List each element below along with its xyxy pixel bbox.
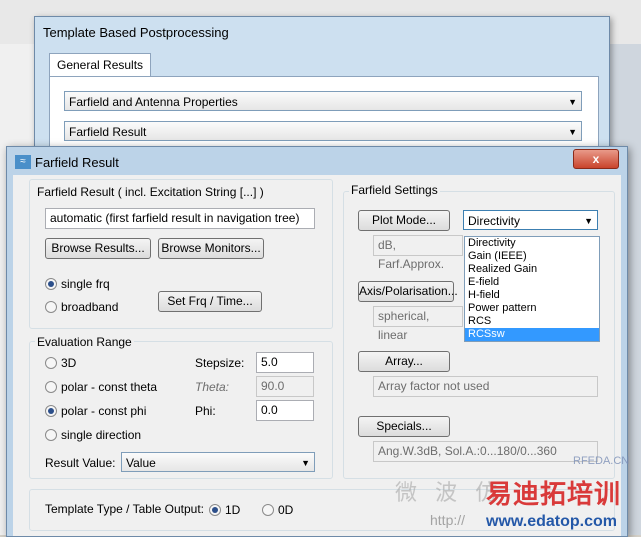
single-direction-radio[interactable] bbox=[45, 429, 57, 441]
theta-input[interactable]: 90.0 bbox=[256, 376, 314, 397]
single-frq-label: single frq bbox=[61, 277, 110, 291]
result-value-combo[interactable]: Value ▼ bbox=[121, 452, 315, 472]
single-frq-radio[interactable] bbox=[45, 278, 57, 290]
farfield-settings-label: Farfield Settings bbox=[349, 183, 440, 197]
window-title: Template Based Postprocessing bbox=[43, 25, 229, 40]
tab-bar: General Results bbox=[49, 53, 152, 76]
evaluation-range-label: Evaluation Range bbox=[35, 335, 134, 349]
opt-1d-label: 1D bbox=[225, 503, 241, 517]
opt-1d-radio[interactable] bbox=[209, 504, 221, 516]
dropdown-option[interactable]: Directivity bbox=[465, 237, 599, 250]
chevron-down-icon: ▼ bbox=[301, 458, 310, 468]
browse-monitors-button[interactable]: Browse Monitors... bbox=[158, 238, 264, 259]
polar-theta-label: polar - const theta bbox=[61, 380, 158, 394]
watermark-site: www.edatop.com bbox=[486, 513, 617, 530]
result-value-selected: Value bbox=[126, 456, 156, 470]
browse-results-button[interactable]: Browse Results... bbox=[45, 238, 151, 259]
opt-0d-label: 0D bbox=[278, 503, 294, 517]
phi-input[interactable]: 0.0 bbox=[256, 400, 314, 421]
phi-label: Phi: bbox=[195, 404, 216, 418]
result-type-combo[interactable]: Farfield Result ▼ bbox=[64, 121, 582, 141]
window-title: Farfield Result bbox=[35, 155, 119, 170]
dropdown-option[interactable]: H-field bbox=[465, 289, 599, 302]
polar-phi-radio[interactable] bbox=[45, 405, 57, 417]
watermark-url: http:// bbox=[430, 512, 466, 528]
single-direction-label: single direction bbox=[61, 428, 142, 442]
farfield-result-group-label: Farfield Result ( incl. Excitation Strin… bbox=[35, 185, 266, 199]
tab-general-results[interactable]: General Results bbox=[49, 53, 152, 76]
array-factor-field: Array factor not used bbox=[373, 376, 598, 397]
opt-3d-radio[interactable] bbox=[45, 357, 57, 369]
plot-mode-dropdown-list: Directivity Gain (IEEE) Realized Gain E-… bbox=[464, 236, 600, 342]
dropdown-option[interactable]: Power pattern bbox=[465, 302, 599, 315]
chevron-down-icon: ▼ bbox=[568, 127, 577, 137]
dropdown-option[interactable]: Realized Gain bbox=[465, 263, 599, 276]
app-icon: ≈ bbox=[15, 155, 31, 169]
plot-mode-selected: Directivity bbox=[468, 214, 521, 228]
dropdown-option[interactable]: E-field bbox=[465, 276, 599, 289]
polar-phi-label: polar - const phi bbox=[61, 404, 147, 418]
result-value-label: Result Value: bbox=[45, 456, 116, 470]
broadband-label: broadband bbox=[61, 300, 119, 314]
watermark-brand: 易迪拓培训 bbox=[486, 479, 622, 509]
specials-field: Ang.W.3dB, Sol.A.:0...180/0...360 bbox=[373, 441, 598, 462]
template-type-label: Template Type / Table Output: bbox=[45, 502, 204, 516]
axis-polarisation-button[interactable]: Axis/Polarisation... bbox=[358, 281, 458, 302]
array-button[interactable]: Array... bbox=[358, 351, 450, 372]
stepsize-label: Stepsize: bbox=[195, 356, 245, 370]
watermark-rfeda: RFEDA.CN bbox=[573, 455, 630, 467]
db-farf-approx-field: dB, Farf.Approx. bbox=[373, 235, 463, 271]
chevron-down-icon: ▼ bbox=[568, 97, 577, 107]
result-type-value: Farfield Result bbox=[69, 125, 147, 139]
plot-mode-combo[interactable]: Directivity ▼ bbox=[463, 210, 598, 230]
specials-button[interactable]: Specials... bbox=[358, 416, 450, 437]
broadband-radio[interactable] bbox=[45, 301, 57, 313]
farfield-result-input[interactable]: automatic (first farfield result in navi… bbox=[45, 208, 315, 229]
polar-theta-radio[interactable] bbox=[45, 381, 57, 393]
dropdown-option[interactable]: Gain (IEEE) bbox=[465, 250, 599, 263]
result-category-value: Farfield and Antenna Properties bbox=[69, 95, 238, 109]
chevron-down-icon: ▼ bbox=[584, 216, 593, 226]
set-frq-time-button[interactable]: Set Frq / Time... bbox=[158, 291, 262, 312]
opt-3d-label: 3D bbox=[61, 356, 77, 370]
dropdown-option[interactable]: RCS bbox=[465, 315, 599, 328]
result-category-combo[interactable]: Farfield and Antenna Properties ▼ bbox=[64, 91, 582, 111]
theta-label: Theta: bbox=[195, 380, 230, 394]
close-button[interactable]: x bbox=[573, 149, 619, 169]
plot-mode-button[interactable]: Plot Mode... bbox=[358, 210, 450, 231]
dropdown-option-selected[interactable]: RCSsw bbox=[465, 328, 599, 341]
spherical-linear-field: spherical, linear bbox=[373, 306, 463, 342]
stepsize-input[interactable]: 5.0 bbox=[256, 352, 314, 373]
opt-0d-radio[interactable] bbox=[262, 504, 274, 516]
